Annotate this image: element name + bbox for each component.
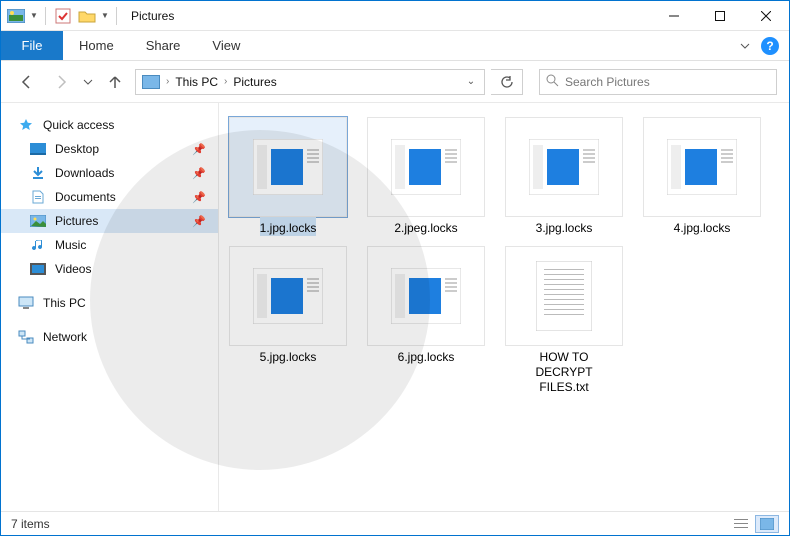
sidebar-item-label: This PC (43, 296, 86, 310)
sidebar-item-documents[interactable]: Documents 📌 (1, 185, 218, 209)
sidebar-item-label: Downloads (55, 166, 114, 180)
file-name-label: HOW TO DECRYPT FILES.txt (535, 346, 592, 395)
sidebar-item-label: Documents (55, 190, 116, 204)
separator (45, 7, 46, 25)
music-icon (29, 238, 47, 252)
generic-file-icon (505, 117, 623, 217)
item-count: 7 items (11, 517, 50, 531)
search-icon (546, 74, 559, 90)
sidebar-this-pc[interactable]: This PC (1, 291, 218, 315)
file-name-label: 3.jpg.locks (536, 217, 593, 236)
file-item[interactable]: 5.jpg.locks (229, 246, 347, 395)
file-item[interactable]: 1.jpg.locks (229, 117, 347, 236)
sidebar-item-videos[interactable]: Videos (1, 257, 218, 281)
sidebar-item-desktop[interactable]: Desktop 📌 (1, 137, 218, 161)
file-name-label: 1.jpg.locks (260, 217, 317, 236)
chevron-right-icon[interactable]: › (222, 76, 229, 87)
file-name-label: 6.jpg.locks (398, 346, 455, 365)
breadcrumb-pictures[interactable]: Pictures (229, 75, 280, 89)
new-folder-icon[interactable] (76, 5, 98, 27)
star-icon (17, 118, 35, 132)
file-item[interactable]: 3.jpg.locks (505, 117, 623, 236)
generic-file-icon (367, 246, 485, 346)
address-bar[interactable]: › This PC › Pictures ⌄ (135, 69, 485, 95)
file-item[interactable]: 2.jpeg.locks (367, 117, 485, 236)
qat-dropdown-icon[interactable]: ▼ (100, 5, 110, 27)
help-icon[interactable]: ? (761, 37, 779, 55)
address-bar-row: › This PC › Pictures ⌄ Search Pictures (1, 61, 789, 103)
pin-icon: 📌 (192, 167, 206, 180)
documents-icon (29, 190, 47, 204)
sidebar-item-downloads[interactable]: Downloads 📌 (1, 161, 218, 185)
close-button[interactable] (743, 1, 789, 31)
maximize-button[interactable] (697, 1, 743, 31)
sidebar-item-label: Pictures (55, 214, 98, 228)
file-name-label: 5.jpg.locks (260, 346, 317, 365)
tab-view[interactable]: View (196, 31, 256, 60)
network-icon (17, 330, 35, 344)
sidebar-item-label: Quick access (43, 118, 114, 132)
text-file-icon (505, 246, 623, 346)
file-name-label: 4.jpg.locks (674, 217, 731, 236)
tab-share[interactable]: Share (130, 31, 197, 60)
properties-icon[interactable] (52, 5, 74, 27)
titlebar: ▼ ▼ Pictures (1, 1, 789, 31)
chevron-right-icon[interactable]: › (164, 76, 171, 87)
generic-file-icon (229, 246, 347, 346)
pictures-icon (29, 214, 47, 228)
separator (116, 7, 117, 25)
status-bar: 7 items (1, 511, 789, 535)
generic-file-icon (643, 117, 761, 217)
navigation-pane: Quick access Desktop 📌 Downloads 📌 Docum… (1, 103, 219, 511)
sidebar-item-music[interactable]: Music (1, 233, 218, 257)
sidebar-item-label: Network (43, 330, 87, 344)
generic-file-icon (367, 117, 485, 217)
qat-dropdown-icon[interactable]: ▼ (29, 5, 39, 27)
search-input[interactable]: Search Pictures (539, 69, 777, 95)
pin-icon: 📌 (192, 191, 206, 204)
window-title: Pictures (125, 9, 174, 23)
refresh-button[interactable] (491, 69, 523, 95)
breadcrumb-this-pc[interactable]: This PC (171, 75, 222, 89)
generic-file-icon (229, 117, 347, 217)
file-name-label: 2.jpeg.locks (394, 217, 457, 236)
videos-icon (29, 262, 47, 276)
search-placeholder: Search Pictures (565, 75, 650, 89)
minimize-button[interactable] (651, 1, 697, 31)
sidebar-quick-access[interactable]: Quick access (1, 113, 218, 137)
desktop-icon (29, 142, 47, 156)
quick-access-toolbar: ▼ ▼ (1, 5, 125, 27)
nav-up-button[interactable] (101, 68, 129, 96)
sidebar-item-pictures[interactable]: Pictures 📌 (1, 209, 218, 233)
app-icon (5, 5, 27, 27)
ribbon: File Home Share View ? (1, 31, 789, 61)
nav-forward-button[interactable] (47, 68, 75, 96)
file-tab[interactable]: File (1, 31, 63, 60)
sidebar-item-label: Videos (55, 262, 91, 276)
file-list-pane[interactable]: 1.jpg.locks 2.jpeg.locks 3.jpg.locks 4.jpg.… (219, 103, 789, 511)
file-item[interactable]: HOW TO DECRYPT FILES.txt (505, 246, 623, 395)
large-icons-view-button[interactable] (755, 515, 779, 533)
nav-back-button[interactable] (13, 68, 41, 96)
sidebar-item-label: Music (55, 238, 86, 252)
address-dropdown-icon[interactable]: ⌄ (462, 76, 480, 87)
file-item[interactable]: 6.jpg.locks (367, 246, 485, 395)
this-pc-icon (17, 296, 35, 310)
downloads-icon (29, 166, 47, 180)
sidebar-network[interactable]: Network (1, 325, 218, 349)
recent-locations-icon[interactable] (81, 68, 95, 96)
pin-icon: 📌 (192, 143, 206, 156)
details-view-button[interactable] (729, 515, 753, 533)
file-item[interactable]: 4.jpg.locks (643, 117, 761, 236)
expand-ribbon-icon[interactable] (737, 38, 753, 54)
tab-home[interactable]: Home (63, 31, 130, 60)
pin-icon: 📌 (192, 215, 206, 228)
pictures-folder-icon (142, 75, 160, 89)
sidebar-item-label: Desktop (55, 142, 99, 156)
